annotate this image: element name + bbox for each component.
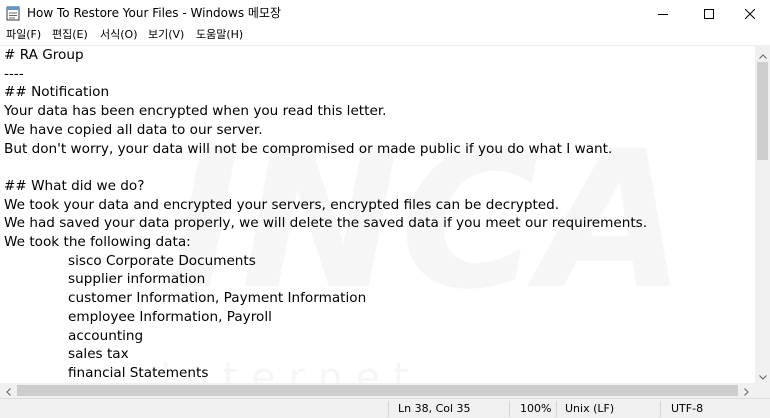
menu-bar: 파일(F) 편집(E) 서식(O) 보기(V) 도움말(H): [0, 26, 770, 45]
text-line: employee Information, Payroll: [68, 308, 272, 325]
minimize-icon: [658, 4, 668, 23]
status-divider: [660, 401, 661, 417]
vertical-scroll-thumb[interactable]: [757, 62, 768, 160]
text-line: We took the following data:: [4, 234, 191, 250]
status-bar: Ln 38, Col 35 100% Unix (LF) UTF-8: [0, 398, 770, 418]
text-line: customer Information, Payment Informatio…: [68, 290, 367, 307]
horizontal-scroll-thumb[interactable]: [17, 385, 738, 396]
text-line: # RA Group: [4, 47, 84, 63]
chevron-down-icon: [758, 365, 767, 384]
vertical-scrollbar[interactable]: [755, 45, 770, 383]
window-title: How To Restore Your Files - Windows 메모장: [27, 6, 282, 20]
text-line: accounting: [68, 327, 144, 344]
status-divider: [388, 401, 389, 417]
text-line: ----: [4, 65, 24, 82]
scroll-down-button[interactable]: [755, 366, 770, 383]
text-line: Your data has been encrypted when you re…: [4, 103, 387, 120]
text-line: We have copied all data to our server.: [4, 121, 263, 138]
status-divider: [556, 401, 557, 417]
maximize-icon: [704, 4, 714, 23]
text-line: We had saved your data properly, we will…: [4, 215, 648, 232]
line-ending: Unix (LF): [565, 402, 615, 415]
encoding: UTF-8: [671, 402, 704, 415]
status-divider: [509, 401, 510, 417]
text-line: ## Notification: [4, 84, 110, 101]
menu-edit[interactable]: 편집(E): [52, 28, 88, 42]
minimize-button[interactable]: [640, 0, 686, 26]
title-bar[interactable]: How To Restore Your Files - Windows 메모장: [0, 0, 770, 26]
text-line: We took your data and encrypted your ser…: [4, 196, 560, 213]
text-line: financial Statements: [68, 364, 209, 381]
menu-help[interactable]: 도움말(H): [196, 28, 243, 42]
menu-file[interactable]: 파일(F): [6, 28, 41, 42]
scrollbar-corner: [755, 383, 770, 398]
text-line: ## What did we do?: [4, 177, 145, 194]
text-line: sisco Corporate Documents: [68, 252, 256, 269]
notepad-icon: [6, 5, 20, 21]
scroll-up-button[interactable]: [755, 45, 770, 62]
maximize-button[interactable]: [686, 0, 732, 26]
menu-format[interactable]: 서식(O): [100, 28, 137, 42]
text-line: sales tax: [68, 346, 129, 363]
text-line: supplier information: [68, 271, 206, 288]
close-button[interactable]: [730, 0, 770, 26]
text-line: But don't worry, your data will not be c…: [4, 140, 613, 157]
scroll-right-button[interactable]: [738, 383, 755, 398]
close-icon: [744, 4, 756, 23]
zoom-level: 100%: [520, 402, 552, 415]
scroll-left-button[interactable]: [0, 383, 17, 398]
text-editor[interactable]: INCA I n t e r n e t # RA Group ---- ## …: [0, 45, 755, 383]
chevron-up-icon: [758, 44, 767, 63]
horizontal-scrollbar[interactable]: [0, 383, 755, 398]
menu-view[interactable]: 보기(V): [148, 28, 184, 42]
cursor-position: Ln 38, Col 35: [398, 402, 471, 415]
